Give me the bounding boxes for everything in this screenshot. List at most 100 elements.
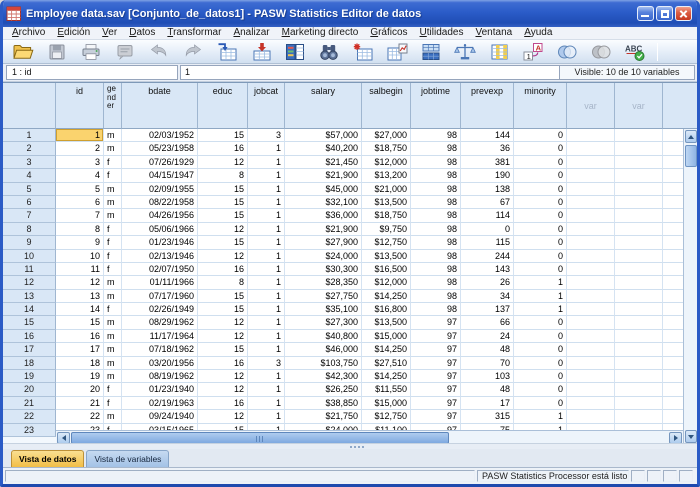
find-icon[interactable] — [317, 41, 340, 62]
grid-cell[interactable]: 13 — [56, 290, 104, 303]
menu-item-edici-n[interactable]: Edición — [51, 27, 96, 39]
grid-cell[interactable]: 4 — [56, 169, 104, 182]
grid-cell[interactable]: 0 — [514, 196, 567, 209]
grid-cell[interactable]: m — [104, 316, 122, 329]
grid-cell[interactable]: 0 — [514, 183, 567, 196]
selected-cell[interactable]: 1 — [56, 129, 104, 142]
row-header[interactable]: 8 — [3, 223, 56, 236]
column-header-educ[interactable]: educ — [198, 83, 248, 129]
grid-cell[interactable]: $26,250 — [285, 383, 362, 396]
grid-cell[interactable]: 1 — [248, 223, 285, 236]
grid-cell[interactable]: 1 — [248, 290, 285, 303]
grid-cell[interactable]: f — [104, 169, 122, 182]
row-header[interactable]: 19 — [3, 370, 56, 383]
grid-cell[interactable]: 12 — [198, 410, 248, 423]
grid-cell[interactable]: f — [104, 156, 122, 169]
grid-cell[interactable]: 98 — [411, 156, 461, 169]
grid-cell[interactable]: 26 — [461, 276, 514, 289]
menu-item-marketing-directo[interactable]: Marketing directo — [276, 27, 365, 39]
grid-cell[interactable] — [567, 290, 615, 303]
grid-cell[interactable]: 98 — [411, 209, 461, 222]
grid-cell[interactable]: $27,750 — [285, 290, 362, 303]
grid-cell[interactable]: 103 — [461, 370, 514, 383]
grid-cell[interactable]: 1 — [248, 209, 285, 222]
grid-cell[interactable]: 02/07/1950 — [122, 263, 198, 276]
grid-cell[interactable]: $14,250 — [362, 290, 411, 303]
grid-cell[interactable]: 04/15/1947 — [122, 169, 198, 182]
grid-cell[interactable]: 02/26/1949 — [122, 303, 198, 316]
grid-cell[interactable]: 0 — [514, 250, 567, 263]
grid-cell[interactable]: $15,000 — [362, 330, 411, 343]
grid-cell[interactable]: $14,250 — [362, 370, 411, 383]
insert-variable-icon[interactable] — [385, 41, 408, 62]
tab-vista-de-variables[interactable]: Vista de variables — [86, 450, 169, 467]
grid-cell[interactable]: 0 — [514, 156, 567, 169]
grid-cell[interactable]: $42,300 — [285, 370, 362, 383]
grid-cell[interactable]: 98 — [411, 223, 461, 236]
grid-cell[interactable]: 1 — [248, 370, 285, 383]
grid-cell[interactable]: $13,200 — [362, 169, 411, 182]
vertical-scrollbar[interactable] — [683, 129, 697, 444]
grid-cell[interactable]: 98 — [411, 276, 461, 289]
grid-cell[interactable]: 15 — [198, 343, 248, 356]
grid-cell[interactable]: 144 — [461, 129, 514, 142]
grid-cell[interactable]: 0 — [514, 169, 567, 182]
horizontal-scrollbar[interactable] — [56, 430, 683, 444]
grid-cell[interactable]: 48 — [461, 383, 514, 396]
grid-cell[interactable] — [567, 410, 615, 423]
goto-variable-icon[interactable] — [249, 41, 272, 62]
grid-cell[interactable]: m — [104, 290, 122, 303]
grid-cell[interactable]: 97 — [411, 410, 461, 423]
grid-cell[interactable]: 114 — [461, 209, 514, 222]
grid-cell[interactable]: 1 — [248, 196, 285, 209]
grid-cell[interactable]: $27,510 — [362, 357, 411, 370]
grid-cell[interactable]: 97 — [411, 316, 461, 329]
grid-cell[interactable]: m — [104, 410, 122, 423]
grid-cell[interactable]: $14,250 — [362, 343, 411, 356]
grid-cell[interactable] — [567, 129, 615, 142]
grid-cell[interactable]: 1 — [248, 156, 285, 169]
grid-cell[interactable]: 97 — [411, 343, 461, 356]
grid-cell[interactable]: $24,000 — [285, 250, 362, 263]
grid-cell[interactable]: 36 — [461, 142, 514, 155]
grid-cell[interactable]: f — [104, 397, 122, 410]
grid-cell[interactable] — [615, 383, 663, 396]
row-header[interactable]: 5 — [3, 183, 56, 196]
grid-cell[interactable]: 15 — [198, 196, 248, 209]
use-variable-sets-icon[interactable] — [555, 41, 578, 62]
grid-cell[interactable] — [615, 343, 663, 356]
grid-cell[interactable]: 09/24/1940 — [122, 410, 198, 423]
grid-cell[interactable] — [615, 250, 663, 263]
grid-cell[interactable]: 15 — [198, 303, 248, 316]
grid-cell[interactable]: $16,800 — [362, 303, 411, 316]
grid-cell[interactable]: 1 — [248, 410, 285, 423]
grid-cell[interactable]: $11,550 — [362, 383, 411, 396]
minimize-button[interactable] — [637, 6, 654, 21]
grid-cell[interactable]: $35,100 — [285, 303, 362, 316]
grid-cell[interactable]: m — [104, 142, 122, 155]
grid-cell[interactable]: 12 — [56, 276, 104, 289]
open-file-icon[interactable] — [11, 41, 34, 62]
grid-cell[interactable]: 17 — [461, 397, 514, 410]
goto-case-icon[interactable] — [215, 41, 238, 62]
row-header[interactable]: 12 — [3, 276, 56, 289]
grid-cell[interactable]: 0 — [514, 129, 567, 142]
grid-cell[interactable]: 0 — [514, 236, 567, 249]
grid-cell[interactable]: 98 — [411, 290, 461, 303]
grid-cell[interactable]: $57,000 — [285, 129, 362, 142]
grid-cell[interactable]: 244 — [461, 250, 514, 263]
grid-cell[interactable]: 7 — [56, 209, 104, 222]
grid-cell[interactable] — [567, 209, 615, 222]
grid-cell[interactable]: 98 — [411, 169, 461, 182]
grid-cell[interactable]: 70 — [461, 357, 514, 370]
grid-cell[interactable] — [615, 129, 663, 142]
row-header[interactable]: 9 — [3, 236, 56, 249]
grid-cell[interactable] — [615, 303, 663, 316]
grid-cell[interactable]: 381 — [461, 156, 514, 169]
grid-cell[interactable]: $21,000 — [362, 183, 411, 196]
grid-cell[interactable]: m — [104, 196, 122, 209]
grid-cell[interactable]: 17 — [56, 343, 104, 356]
grid-cell[interactable]: 143 — [461, 263, 514, 276]
menu-item-archivo[interactable]: Archivo — [6, 27, 51, 39]
grid-cell[interactable]: $18,750 — [362, 209, 411, 222]
